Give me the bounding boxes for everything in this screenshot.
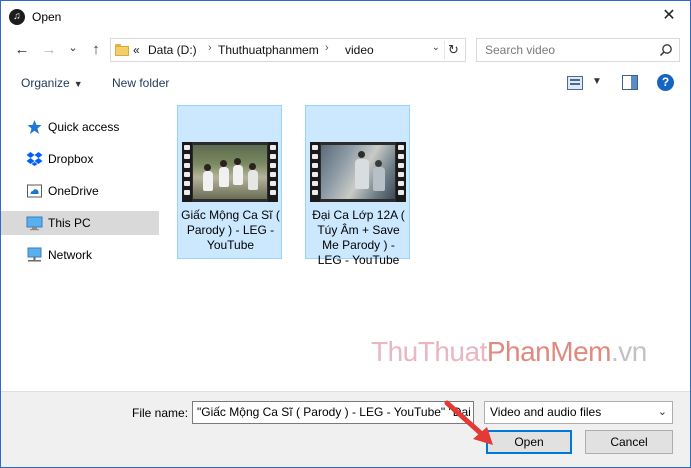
organize-label: Organize (21, 76, 70, 90)
watermark-logo: ThuThuatPhanMem.vn (371, 336, 647, 367)
sidebar-item-this-pc[interactable]: This PC (1, 211, 159, 235)
file-type-select[interactable]: Video and audio files ⌄ (484, 401, 673, 424)
breadcrumb-separator[interactable]: › (325, 42, 329, 54)
search-input[interactable] (477, 39, 657, 61)
breadcrumb-drive[interactable]: Data (D:) (148, 43, 197, 57)
forward-arrow-icon[interactable]: → (39, 40, 59, 60)
breadcrumb-folder-video[interactable]: video (345, 43, 374, 57)
dialog-title: Open (32, 10, 62, 24)
sidebar-item-label: OneDrive (48, 184, 99, 198)
star-icon (27, 120, 42, 134)
close-button[interactable]: ✕ (654, 3, 684, 29)
open-dialog: ♫ Open ✕ ← → ⌄ ↑ « Data (D:) › Thuthuatp… (0, 0, 691, 468)
file-list: Giấc Mộng Ca Sĩ ( Parody ) - LEG - YouTu… (171, 98, 690, 391)
help-icon[interactable]: ? (657, 74, 674, 91)
sidebar-item-label: Quick access (48, 120, 120, 134)
sidebar-item-network[interactable]: Network (1, 243, 159, 267)
breadcrumb-separator[interactable]: › (208, 42, 212, 54)
onedrive-icon (27, 184, 42, 198)
breadcrumb-overflow[interactable]: « (133, 43, 140, 57)
dropbox-icon (26, 152, 43, 166)
address-bar[interactable]: « Data (D:) › Thuthuatphanmem › video ⌄ … (110, 38, 466, 62)
refresh-icon[interactable]: ↻ (444, 41, 462, 59)
search-box[interactable] (476, 38, 680, 62)
file-name-field[interactable]: "Giấc Mộng Ca Sĩ ( Parody ) - LEG - YouT… (192, 401, 474, 424)
computer-icon (26, 216, 43, 231)
file-type-value: Video and audio files (490, 405, 602, 419)
sidebar-item-label: Dropbox (48, 152, 94, 166)
navigation-pane: Quick access Dropbox OneDrive This PC Ne… (1, 98, 171, 391)
sidebar-item-label: Network (48, 248, 93, 262)
back-arrow-icon[interactable]: ← (12, 40, 32, 60)
address-dropdown-icon[interactable]: ⌄ (432, 42, 440, 53)
breadcrumb-folder-thuthuatphanmem[interactable]: Thuthuatphanmem (218, 43, 319, 57)
file-name-label: File name: (132, 406, 189, 420)
change-view-icon[interactable] (567, 76, 583, 90)
up-arrow-icon[interactable]: ↑ (86, 40, 106, 60)
video-thumbnail (182, 142, 278, 202)
file-item[interactable]: Đại Ca Lớp 12A ( Túy Âm + Save Me Parody… (305, 105, 410, 267)
navigation-bar: ← → ⌄ ↑ « Data (D:) › Thuthuatphanmem › … (1, 32, 690, 68)
command-toolbar: Organize ▼ New folder ▼ ? (1, 68, 690, 98)
cancel-button[interactable]: Cancel (585, 430, 673, 454)
sidebar-item-dropbox[interactable]: Dropbox (1, 147, 159, 171)
network-icon (27, 247, 42, 262)
file-item[interactable]: Giấc Mộng Ca Sĩ ( Parody ) - LEG - YouTu… (177, 105, 282, 259)
new-folder-button[interactable]: New folder (112, 76, 169, 90)
sidebar-item-onedrive[interactable]: OneDrive (1, 179, 159, 203)
video-thumbnail (310, 142, 406, 202)
file-name-label: Đại Ca Lớp 12A ( Túy Âm + Save Me Parody… (312, 208, 405, 267)
chevron-down-icon: ⌄ (657, 406, 667, 418)
organize-button[interactable]: Organize ▼ (21, 76, 83, 90)
view-options-caret-icon[interactable]: ▼ (592, 76, 602, 87)
music-note-icon: ♫ (9, 9, 25, 25)
open-button[interactable]: Open (486, 430, 572, 454)
folder-icon (115, 43, 129, 57)
file-name-label: Giấc Mộng Ca Sĩ ( Parody ) - LEG - YouTu… (181, 208, 280, 252)
preview-pane-icon[interactable] (622, 75, 638, 90)
sidebar-item-label: This PC (48, 216, 91, 230)
caret-down-icon: ▼ (73, 79, 83, 89)
title-bar: ♫ Open ✕ (1, 1, 690, 32)
file-name-panel: File name: "Giấc Mộng Ca Sĩ ( Parody ) -… (1, 391, 690, 467)
sidebar-item-quick-access[interactable]: Quick access (1, 115, 159, 139)
search-icon[interactable] (659, 43, 673, 57)
recent-locations-chevron-icon[interactable]: ⌄ (63, 38, 83, 58)
